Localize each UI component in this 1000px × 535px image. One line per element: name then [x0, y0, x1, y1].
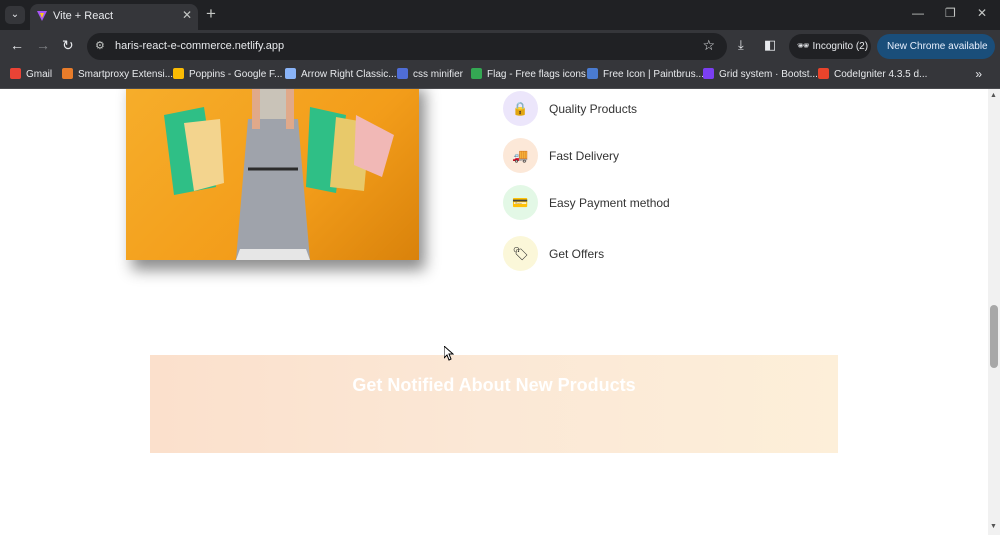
lock-icon: 🔒: [503, 91, 538, 126]
update-chrome-button[interactable]: New Chrome available ⋮: [877, 34, 995, 77]
new-tab-icon[interactable]: +: [206, 4, 216, 24]
page-viewport: 🔒 Quality Products 🚚 Fast Delivery 💳 Eas…: [0, 89, 988, 535]
newsletter-title: Get Notified About New Products: [352, 375, 636, 395]
flag-icon: [471, 68, 482, 79]
delivery-icon: 🚚: [503, 138, 538, 173]
feature-label: Quality Products: [549, 102, 638, 116]
more-bookmarks-icon[interactable]: »: [975, 67, 982, 81]
side-panel-icon[interactable]: ◧: [764, 37, 776, 53]
bookmarks-bar: Gmail Smartproxy Extensi... Poppins - Go…: [0, 62, 1000, 89]
shopping-bags-left-illustration: [164, 107, 224, 195]
bookmark-item[interactable]: Smartproxy Extensi...: [62, 68, 173, 80]
payment-icon: 💳: [503, 185, 538, 220]
feature-item-quality: 🔒 Quality Products: [503, 91, 703, 131]
restore-icon[interactable]: ❐: [945, 6, 956, 20]
feature-label: Easy Payment method: [549, 196, 670, 210]
bookmark-item[interactable]: css minifier: [397, 68, 463, 80]
feature-label: Fast Delivery: [549, 149, 620, 163]
offers-icon: 🏷: [503, 236, 538, 271]
css-minifier-icon: [397, 68, 408, 79]
feature-label: Get Offers: [549, 247, 605, 261]
flag-outline-icon: [285, 68, 296, 79]
forward-arrow-icon[interactable]: →: [36, 37, 50, 53]
tab-title: Vite + React: [53, 10, 114, 22]
tab-search-button[interactable]: ⌄: [5, 6, 25, 24]
shopping-bags-right-illustration: [306, 107, 394, 193]
window-close-icon[interactable]: ✕: [977, 6, 987, 20]
incognito-icon: 🕶: [797, 41, 810, 52]
bookmark-item[interactable]: Free Icon | Paintbrus...: [587, 68, 704, 80]
bootstrap-icon: [703, 68, 714, 79]
minimize-icon[interactable]: —: [912, 6, 924, 20]
site-info-icon[interactable]: ⚙: [95, 39, 105, 52]
google-fonts-icon: [173, 68, 184, 79]
scrollbar-thumb[interactable]: [990, 305, 998, 368]
bookmark-item[interactable]: Gmail: [10, 68, 52, 80]
address-bar[interactable]: ⚙ haris-react-e-commerce.netlify.app ☆: [87, 33, 727, 60]
incognito-badge[interactable]: 🕶 Incognito (2): [789, 34, 871, 59]
incognito-label: Incognito (2): [812, 41, 869, 52]
mouse-cursor-icon: [444, 346, 454, 361]
codeigniter-icon: [818, 68, 829, 79]
feature-item-payment: 💳 Easy Payment method: [503, 185, 703, 225]
browser-tab[interactable]: Vite + React ✕: [30, 4, 198, 30]
smartproxy-icon: [62, 68, 73, 79]
bookmark-item[interactable]: CodeIgniter 4.3.5 d...: [818, 68, 927, 80]
page-scrollbar[interactable]: ▲ ▼: [988, 89, 1000, 535]
gmail-icon: [10, 68, 21, 79]
vite-favicon-icon: [37, 11, 47, 21]
scroll-up-arrow-icon[interactable]: ▲: [990, 92, 997, 99]
download-icon[interactable]: ⤓: [738, 37, 744, 53]
url-text[interactable]: haris-react-e-commerce.netlify.app: [115, 40, 284, 52]
browser-toolbar: ← → ↻ ⚙ haris-react-e-commerce.netlify.a…: [0, 30, 1000, 77]
bookmark-item[interactable]: Arrow Right Classic...: [285, 68, 397, 80]
back-arrow-icon[interactable]: ←: [10, 37, 24, 53]
newsletter-banner: Get Notified About New Products: [150, 355, 838, 453]
bookmark-star-icon[interactable]: ☆: [702, 37, 715, 54]
update-label: New Chrome available: [887, 41, 988, 52]
bookmark-item[interactable]: Flag - Free flags icons: [471, 68, 586, 80]
shopping-woman-image: [126, 89, 419, 260]
reload-icon[interactable]: ↻: [62, 37, 74, 54]
tab-strip: ⌄ Vite + React ✕ + — ❐ ✕: [0, 0, 1000, 30]
bookmark-item[interactable]: Poppins - Google F...: [173, 68, 282, 80]
scroll-down-arrow-icon[interactable]: ▼: [990, 523, 997, 530]
feature-item-delivery: 🚚 Fast Delivery: [503, 138, 703, 178]
bookmark-item[interactable]: Grid system · Bootst...: [703, 68, 818, 80]
feature-item-offers: 🏷 Get Offers: [503, 236, 703, 276]
tab-close-icon[interactable]: ✕: [182, 8, 192, 22]
globe-icon: [587, 68, 598, 79]
